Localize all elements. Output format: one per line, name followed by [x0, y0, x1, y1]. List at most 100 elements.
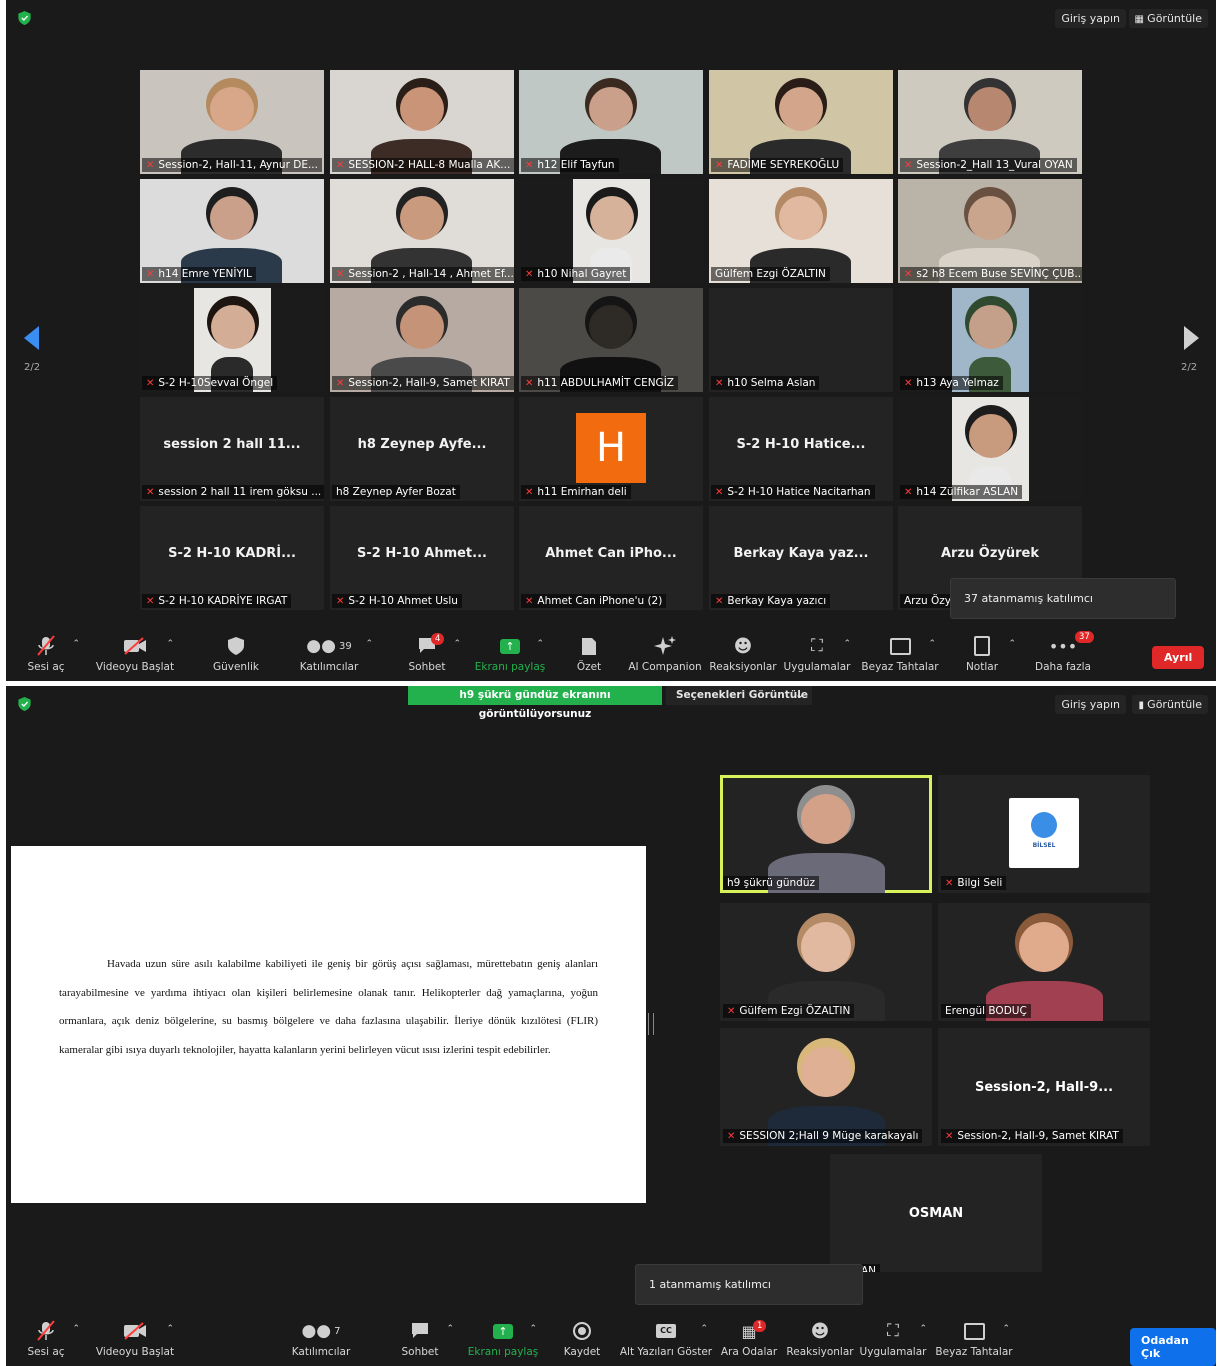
participant-tile[interactable]: ✕ Session-2, Hall-11, Aynur DE...: [140, 70, 324, 174]
view-button[interactable]: ▮ Görüntüle: [1132, 695, 1208, 714]
participant-tile[interactable]: Erengül BODUÇ: [938, 903, 1150, 1021]
ai-companion-button[interactable]: AI Companion: [625, 635, 705, 673]
start-video-button[interactable]: ⌃ Videoyu Başlat: [90, 635, 180, 673]
participant-tile[interactable]: ✕ S-2 H-10Sevval Öngel: [140, 288, 324, 392]
participant-tile[interactable]: ✕ s2 h8 Ecem Buse SEVİNÇ ÇUB...: [898, 179, 1082, 283]
next-page-arrow[interactable]: [1184, 326, 1199, 350]
reactions-button[interactable]: ☻ Reaksiyonlar: [703, 635, 783, 674]
mic-muted-icon: ✕: [336, 596, 345, 607]
participant-tile[interactable]: ✕ Gülfem Ezgi ÖZALTIN: [720, 903, 932, 1021]
whiteboards-label: Beyaz Tahtalar: [935, 1346, 1013, 1358]
participant-tile[interactable]: h9 şükrü gündüz: [720, 775, 932, 893]
participant-tile[interactable]: ✕ Session-2 , Hall-14 , Ahmet Ef...: [330, 179, 514, 283]
participants-label: Katılımcılar: [291, 1346, 351, 1358]
notes-button[interactable]: ⌃ Notlar: [942, 635, 1022, 673]
page-indicator-right: 2/2: [1181, 362, 1198, 373]
chevron-up-icon[interactable]: ⌃: [1002, 1324, 1010, 1334]
person-face: [801, 794, 851, 844]
participant-tile[interactable]: ✕ SESSION-2 HALL-8 Mualla AK...: [330, 70, 514, 174]
participant-tile[interactable]: ✕ SESSION 2;Hall 9 Müge karakayalı: [720, 1028, 932, 1146]
chevron-up-icon[interactable]: ⌃: [1008, 639, 1016, 649]
participant-tile[interactable]: BİLSEL ✕ Bilgi Seli: [938, 775, 1150, 893]
more-button[interactable]: ••• 37 Daha fazla: [1023, 631, 1103, 673]
resize-splitter[interactable]: [648, 1013, 654, 1035]
chevron-up-icon[interactable]: ⌃: [166, 1324, 174, 1334]
chevron-up-icon[interactable]: ⌃: [843, 639, 851, 649]
chevron-up-icon[interactable]: ⌃: [536, 639, 544, 649]
participant-tile[interactable]: ✕ Session-2, Hall-9, Samet KIRAT: [330, 288, 514, 392]
participant-tile-osman[interactable]: OSMAN OSMAN: [830, 1154, 1042, 1272]
leave-button[interactable]: Ayrıl: [1152, 646, 1205, 669]
participant-name: S-2 H-10 Hatice Nacitarhan: [727, 486, 871, 498]
mic-muted-icon: ✕: [904, 487, 913, 498]
chevron-up-icon[interactable]: ⌃: [529, 1324, 537, 1334]
security-button[interactable]: Güvenlik: [196, 635, 276, 673]
participant-tile[interactable]: ✕ h14 Emre YENİYIL: [140, 179, 324, 283]
captions-icon: CC: [656, 1324, 676, 1338]
chevron-up-icon[interactable]: ⌃: [166, 639, 174, 649]
start-video-button[interactable]: ⌃ Videoyu Başlat: [90, 1320, 180, 1358]
chevron-up-icon[interactable]: ⌃: [928, 639, 936, 649]
participant-tile[interactable]: Gülfem Ezgi ÖZALTIN: [709, 179, 893, 283]
participant-label: ✕ S-2 H-10 Hatice Nacitarhan: [711, 485, 875, 499]
chevron-up-icon[interactable]: ⌃: [453, 639, 461, 649]
participant-tile[interactable]: S-2 H-10 Ahmet... ✕ S-2 H-10 Ahmet Uslu: [330, 506, 514, 610]
participant-tile[interactable]: ✕ h13 Aya Yelmaz: [898, 288, 1082, 392]
whiteboards-button[interactable]: ⌃ Beyaz Tahtalar: [858, 635, 942, 673]
participant-tile[interactable]: S-2 H-10 KADRİ... ✕ S-2 H-10 KADRİYE IRGAT: [140, 506, 324, 610]
apps-button[interactable]: ⛶ ⌃ Uygulamalar: [777, 635, 857, 673]
participant-tile[interactable]: Ahmet Can iPho... ✕ Ahmet Can iPhone'u (2): [519, 506, 703, 610]
participant-name: session 2 hall 11 irem göksu ...: [158, 486, 322, 498]
view-button[interactable]: ▦ Görüntüle: [1128, 9, 1208, 28]
chevron-up-icon[interactable]: ⌃: [919, 1324, 927, 1334]
unmute-button[interactable]: ⌃ Sesi aç: [6, 1320, 86, 1358]
chevron-up-icon[interactable]: ⌃: [446, 1324, 454, 1334]
sparkle-icon: [654, 636, 676, 655]
unmute-button[interactable]: ⌃ Sesi aç: [6, 635, 86, 673]
participants-button[interactable]: ●● 39 ⌃ Katılımcılar: [289, 635, 373, 673]
participant-tile[interactable]: ✕ Session-2_Hall 13_Vural OYAN: [898, 70, 1082, 174]
video-off-icon: [124, 637, 146, 655]
participant-tile[interactable]: Berkay Kaya yaz... ✕ Berkay Kaya yazıcı: [709, 506, 893, 610]
participants-button[interactable]: ●● 7 Katılımcılar: [281, 1320, 361, 1358]
chat-button[interactable]: 4 ⌃ Sohbet: [387, 633, 467, 673]
share-screen-button[interactable]: ↑ ⌃ Ekranı paylaş: [463, 1320, 543, 1358]
participant-tile[interactable]: ✕ h11 ABDULHAMİT CENGİZ: [519, 288, 703, 392]
participant-tile[interactable]: ✕ h14 Zülfikar ASLAN: [898, 397, 1082, 501]
participant-tile[interactable]: ✕ FADİME SEYREKOĞLU: [709, 70, 893, 174]
record-button[interactable]: Kaydet: [542, 1320, 622, 1358]
whiteboards-button[interactable]: ⌃ Beyaz Tahtalar: [932, 1320, 1016, 1358]
participant-name: Session-2, Hall-9, Samet KIRAT: [957, 1130, 1119, 1142]
participant-tile[interactable]: Session-2, Hall-9... ✕ Session-2, Hall-9, …: [938, 1028, 1150, 1146]
person-face: [400, 196, 444, 240]
captions-button[interactable]: CC ⌃ Alt Yazıları Göster: [618, 1320, 714, 1358]
participant-name-display: S-2 H-10 Hatice...: [736, 437, 866, 452]
participant-name: h13 Aya Yelmaz: [916, 377, 999, 389]
chevron-up-icon[interactable]: ⌃: [72, 639, 80, 649]
participant-tile[interactable]: session 2 hall 11... ✕ session 2 hall 11 i…: [140, 397, 324, 501]
reactions-button[interactable]: ☻ Reaksiyonlar: [780, 1320, 860, 1359]
chevron-up-icon[interactable]: ⌃: [700, 1324, 708, 1334]
participant-label: ✕ Session-2, Hall-9, Samet KIRAT: [332, 376, 514, 390]
participant-tile[interactable]: ✕ h12 Elif Tayfun: [519, 70, 703, 174]
chevron-up-icon[interactable]: ⌃: [72, 1324, 80, 1334]
participant-tile[interactable]: h8 Zeynep Ayfe... h8 Zeynep Ayfer Bozat: [330, 397, 514, 501]
signin-button[interactable]: Giriş yapın: [1055, 695, 1126, 714]
chat-button[interactable]: ⌃ Sohbet: [380, 1320, 460, 1358]
participant-name: Session-2, Hall-9, Samet KIRAT: [348, 377, 510, 389]
whiteboard-icon: [889, 637, 911, 655]
view-options-button[interactable]: Seçenekleri Görüntüle ⌄: [666, 686, 812, 705]
mic-muted-icon: ✕: [336, 160, 345, 171]
participant-tile[interactable]: ✕ h10 Nihal Gayret: [519, 179, 703, 283]
apps-button[interactable]: ⛶ ⌃ Uygulamalar: [853, 1320, 933, 1358]
participant-tile[interactable]: S-2 H-10 Hatice... ✕ S-2 H-10 Hatice Nacit…: [709, 397, 893, 501]
participant-tile[interactable]: H ✕ h11 Emirhan deli: [519, 397, 703, 501]
signin-button[interactable]: Giriş yapın: [1055, 9, 1126, 28]
leave-room-button[interactable]: Odadan Çık: [1130, 1328, 1216, 1366]
prev-page-arrow[interactable]: [24, 326, 39, 350]
summary-button[interactable]: Özet: [549, 635, 629, 673]
chevron-up-icon[interactable]: ⌃: [365, 639, 373, 649]
participant-tile[interactable]: ✕ h10 Selma Aslan: [709, 288, 893, 392]
breakout-rooms-button[interactable]: ▦ 1 Ara Odalar: [709, 1320, 789, 1358]
share-screen-button[interactable]: ↑ ⌃ Ekranı paylaş: [470, 635, 550, 673]
